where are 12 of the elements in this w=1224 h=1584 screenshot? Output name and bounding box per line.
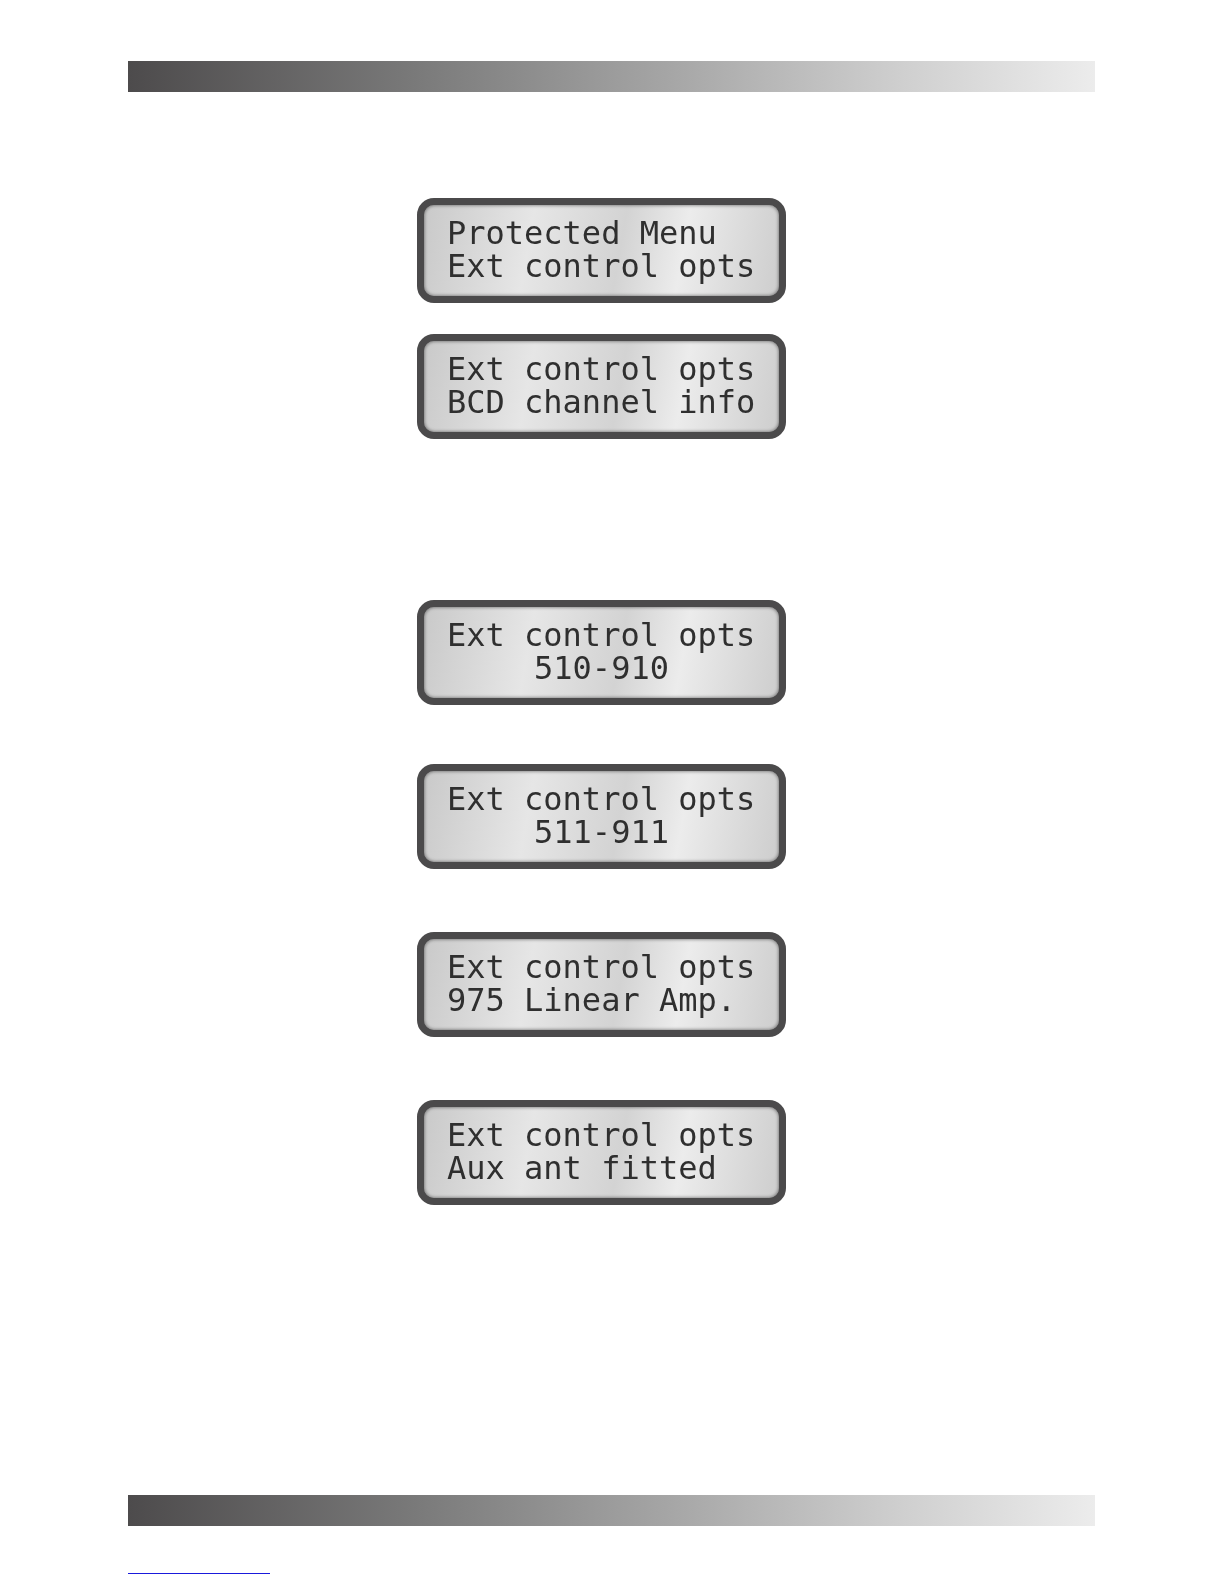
lcd-text-line: Ext control opts (447, 1119, 756, 1152)
lcd-text-line: Protected Menu (447, 217, 717, 250)
lcd-text-line: Ext control opts (447, 951, 756, 984)
lcd-text-line: 510-910 (534, 652, 669, 685)
lcd-text-line: 511-911 (534, 816, 669, 849)
lcd-text-line: 975 Linear Amp. (447, 984, 736, 1017)
lcd-text-line: Aux ant fitted (447, 1152, 717, 1185)
lcd-text-line: Ext control opts (447, 353, 756, 386)
lcd-text-line: BCD channel info (447, 386, 756, 419)
lcd-text-line: Ext control opts (447, 250, 756, 283)
lcd-text-line: Ext control opts (447, 619, 756, 652)
lcd-text-line: Ext control opts (447, 783, 756, 816)
